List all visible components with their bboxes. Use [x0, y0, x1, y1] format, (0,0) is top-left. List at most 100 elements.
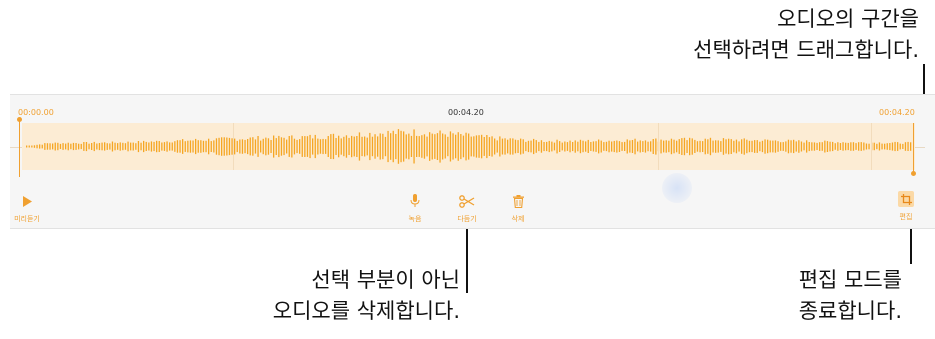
leader-line-trim	[466, 227, 468, 293]
waveform-bar	[327, 136, 329, 157]
waveform-bar	[405, 134, 407, 159]
waveform-bar	[150, 141, 153, 152]
waveform-bar	[699, 140, 701, 153]
waveform-bar	[353, 136, 355, 157]
waveform-bar	[767, 139, 769, 154]
waveform-bar	[832, 141, 834, 152]
waveform-bar	[200, 140, 202, 153]
waveform-bar	[715, 140, 717, 153]
callout-trim-line1: 선택 부분이 아닌	[311, 268, 460, 292]
waveform-bar	[91, 143, 93, 150]
waveform-bar	[286, 139, 288, 154]
waveform-bar	[49, 143, 51, 150]
delete-button[interactable]: 삭제	[503, 193, 533, 224]
waveform-bar	[509, 138, 511, 155]
waveform-bar	[730, 139, 732, 154]
waveform-bar	[527, 140, 530, 153]
waveform-bar	[270, 140, 272, 153]
waveform-bar	[592, 141, 595, 152]
waveform-bar	[262, 138, 264, 155]
waveform-bar	[611, 141, 613, 152]
waveform-bar	[26, 145, 28, 148]
waveform-bar	[673, 139, 675, 154]
waveform-bar	[465, 132, 467, 161]
waveform-bar	[676, 140, 678, 153]
delete-label: 삭제	[511, 215, 525, 223]
waveform-bar	[244, 139, 246, 154]
waveform-bar	[595, 141, 597, 152]
trim-button[interactable]: 다듬기	[450, 193, 484, 224]
waveform-bar	[457, 132, 459, 161]
end-handle[interactable]	[913, 123, 914, 173]
waveform-bar	[839, 143, 842, 150]
waveform-bar	[293, 138, 296, 155]
waveform-bar	[712, 140, 714, 153]
waveform-bar	[631, 140, 634, 153]
waveform-bar	[637, 141, 639, 152]
waveform-bar	[283, 137, 285, 156]
callout-drag-select-line2: 선택하려면 드래그합니다.	[693, 38, 919, 62]
waveform-bar	[145, 141, 147, 151]
waveform-bar	[845, 142, 847, 151]
waveform-bar	[260, 140, 262, 153]
waveform-bar	[891, 142, 894, 151]
waveform-bar	[686, 140, 688, 153]
waveform-bar	[725, 139, 727, 154]
waveform-bar	[897, 142, 899, 151]
edit-button[interactable]: 편집	[891, 191, 921, 222]
waveform-bar	[499, 136, 501, 157]
waveform-bar	[886, 143, 888, 150]
waveform-bar	[132, 142, 134, 151]
waveform-bar	[374, 134, 376, 159]
waveform-bar	[39, 144, 41, 149]
waveform-bar	[247, 139, 249, 155]
waveform-bar	[785, 141, 787, 152]
waveform-bar	[605, 141, 608, 152]
waveform-bar	[572, 142, 574, 152]
waveform-bar	[278, 135, 280, 158]
waveform-bar	[104, 142, 106, 151]
record-button[interactable]: 녹음	[400, 193, 430, 224]
waveform-bar	[345, 135, 348, 158]
start-handle[interactable]	[19, 119, 20, 177]
preview-button[interactable]: 미리듣기	[10, 193, 44, 224]
waveform-bar	[418, 136, 420, 157]
waveform-bar	[735, 139, 738, 154]
waveform-bar	[413, 129, 415, 164]
waveform-bar	[496, 140, 498, 153]
crop-icon	[898, 191, 914, 207]
waveform-bar	[702, 141, 704, 152]
waveform-bar	[707, 139, 709, 154]
waveform-bar	[189, 140, 192, 153]
waveform-bar	[358, 132, 361, 161]
waveform-bar	[689, 137, 691, 156]
waveform-bar	[475, 135, 478, 158]
waveform-bar	[195, 138, 197, 155]
waveform-bar	[782, 142, 784, 151]
waveform-bar	[397, 129, 400, 164]
waveform-bar	[234, 138, 236, 155]
waveform-bar	[101, 142, 103, 151]
leader-line-edit	[910, 226, 912, 264]
audio-waveform[interactable]	[22, 123, 915, 170]
waveform-bar	[819, 142, 821, 151]
waveform-bar	[548, 140, 550, 153]
end-handle-knob[interactable]	[911, 171, 916, 176]
waveform-bar	[330, 134, 332, 159]
waveform-bar	[340, 138, 342, 155]
waveform-bar	[650, 141, 652, 152]
waveform-bar	[696, 141, 699, 152]
waveform-bar	[72, 142, 75, 151]
waveform-bar	[741, 139, 743, 154]
waveform-bar	[621, 142, 623, 151]
waveform-bar	[577, 141, 579, 152]
waveform-bar	[761, 140, 764, 153]
waveform-bar	[850, 142, 852, 151]
waveform-bar	[252, 137, 254, 156]
waveform-bar	[361, 136, 363, 157]
waveform-bar	[561, 142, 563, 151]
waveform-bar	[325, 139, 327, 154]
waveform-bar	[759, 141, 761, 152]
waveform-bar	[780, 142, 782, 151]
waveform-bar	[65, 143, 67, 150]
